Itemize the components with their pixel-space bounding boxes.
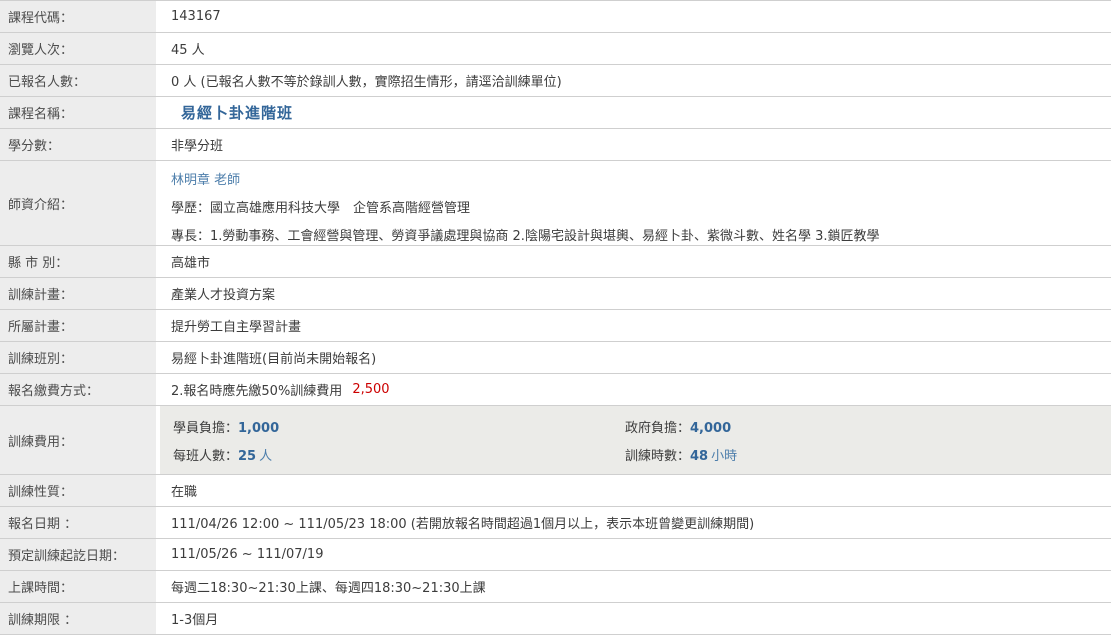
fee-name: 學員負擔： — [173, 421, 238, 436]
table-row-county: 縣 市 別： 高雄市 — [0, 246, 1111, 278]
table-row-nature: 訓練性質： 在職 — [0, 475, 1111, 507]
fee-unit: 小時 — [711, 449, 737, 464]
table-row-views: 瀏覽人次： 45 人 — [0, 33, 1111, 65]
table-row-enrolled: 已報名人數： 0 人 (已報名人數不等於錄訓人數，實際招生情形，請逕洽訓練單位) — [0, 65, 1111, 97]
duration-value: 1-3個月 — [160, 603, 1111, 634]
fee-unit: 人 — [259, 449, 272, 464]
fee-value: 48 — [690, 449, 708, 464]
training-plan-value: 產業人才投資方案 — [160, 278, 1111, 309]
fee-item-class-size: 每班人數：25人 — [173, 445, 625, 464]
teacher-info: 林明章 老師 學歷：國立高雄應用科技大學 企管系高階經營管理 專長：1.勞動事務… — [160, 161, 1111, 245]
training-plan-label: 訓練計畫： — [0, 278, 160, 309]
class-time-value: 每週二18:30~21:30上課、每週四18:30~21:30上課 — [160, 571, 1111, 602]
table-row-teacher: 師資介紹： 林明章 老師 學歷：國立高雄應用科技大學 企管系高階經營管理 專長：… — [0, 161, 1111, 246]
nature-label: 訓練性質： — [0, 475, 160, 506]
enrolled-value: 0 人 (已報名人數不等於錄訓人數，實際招生情形，請逕洽訓練單位) — [160, 65, 1111, 96]
parent-plan-label: 所屬計畫： — [0, 310, 160, 341]
teacher-specialty: 專長：1.勞動事務、工會經營與管理、勞資爭議處理與協商 2.陰陽宅設計與堪輿、易… — [171, 223, 1105, 245]
payment-text: 2.報名時應先繳50%訓練費用 — [171, 380, 342, 399]
teacher-link[interactable]: 林明章 老師 — [171, 173, 240, 188]
register-date-value: 111/04/26 12:00 ~ 111/05/23 18:00 (若開放報名… — [160, 507, 1111, 538]
table-row-training-plan: 訓練計畫： 產業人才投資方案 — [0, 278, 1111, 310]
table-row-credits: 學分數： 非學分班 — [0, 129, 1111, 161]
course-info-table: 課程代碼： 143167 瀏覽人次： 45 人 已報名人數： 0 人 (已報名人… — [0, 0, 1111, 635]
table-row-parent-plan: 所屬計畫： 提升勞工自主學習計畫 — [0, 310, 1111, 342]
payment-value: 2.報名時應先繳50%訓練費用 2,500 — [160, 374, 1111, 405]
table-row-training-date: 預定訓練起訖日期： 111/05/26 ~ 111/07/19 — [0, 539, 1111, 571]
fee-value: 25 — [238, 449, 256, 464]
parent-plan-value: 提升勞工自主學習計畫 — [160, 310, 1111, 341]
county-value: 高雄市 — [160, 246, 1111, 277]
training-date-label: 預定訓練起訖日期： — [0, 539, 160, 570]
fee-value: 1,000 — [238, 421, 279, 436]
table-row-class-name: 訓練班別： 易經卜卦進階班(目前尚未開始報名) — [0, 342, 1111, 374]
class-name-label: 訓練班別： — [0, 342, 160, 373]
fees-label: 訓練費用： — [0, 406, 160, 474]
views-label: 瀏覽人次： — [0, 33, 160, 64]
nature-value: 在職 — [160, 475, 1111, 506]
fees-panel: 學員負擔：1,000 政府負擔：4,000 每班人數：25人 訓練時數：48小時 — [160, 406, 1111, 474]
views-value: 45 人 — [160, 33, 1111, 64]
table-row-class-time: 上課時間： 每週二18:30~21:30上課、每週四18:30~21:30上課 — [0, 571, 1111, 603]
table-row-duration: 訓練期限 ： 1-3個月 — [0, 603, 1111, 635]
fee-item-hours: 訓練時數：48小時 — [625, 445, 1105, 464]
teacher-education: 學歷：國立高雄應用科技大學 企管系高階經營管理 — [171, 195, 1105, 223]
class-time-label: 上課時間： — [0, 571, 160, 602]
fee-item-government: 政府負擔：4,000 — [625, 417, 1105, 436]
register-date-label: 報名日期 ： — [0, 507, 160, 538]
duration-label: 訓練期限 ： — [0, 603, 160, 634]
course-code-label: 課程代碼： — [0, 1, 160, 32]
training-date-value: 111/05/26 ~ 111/07/19 — [160, 539, 1111, 570]
table-row-course-name: 課程名稱： 易經卜卦進階班 — [0, 97, 1111, 129]
table-row-payment: 報名繳費方式： 2.報名時應先繳50%訓練費用 2,500 — [0, 374, 1111, 406]
fee-item-student: 學員負擔：1,000 — [173, 417, 625, 436]
class-name-value: 易經卜卦進階班(目前尚未開始報名) — [160, 342, 1111, 373]
credits-label: 學分數： — [0, 129, 160, 160]
course-name-label: 課程名稱： — [0, 97, 160, 128]
course-name-value: 易經卜卦進階班 — [160, 97, 1111, 128]
fee-name: 每班人數： — [173, 449, 238, 464]
credits-value: 非學分班 — [160, 129, 1111, 160]
course-code-value: 143167 — [160, 1, 1111, 32]
fee-name: 政府負擔： — [625, 421, 690, 436]
fee-value: 4,000 — [690, 421, 731, 436]
county-label: 縣 市 別： — [0, 246, 160, 277]
payment-amount: 2,500 — [352, 382, 389, 397]
teacher-label: 師資介紹： — [0, 161, 160, 245]
payment-label: 報名繳費方式： — [0, 374, 160, 405]
table-row-fees: 訓練費用： 學員負擔：1,000 政府負擔：4,000 每班人數：25人 訓練時… — [0, 406, 1111, 475]
table-row-course-code: 課程代碼： 143167 — [0, 1, 1111, 33]
enrolled-label: 已報名人數： — [0, 65, 160, 96]
table-row-register-date: 報名日期 ： 111/04/26 12:00 ~ 111/05/23 18:00… — [0, 507, 1111, 539]
fee-name: 訓練時數： — [625, 449, 690, 464]
